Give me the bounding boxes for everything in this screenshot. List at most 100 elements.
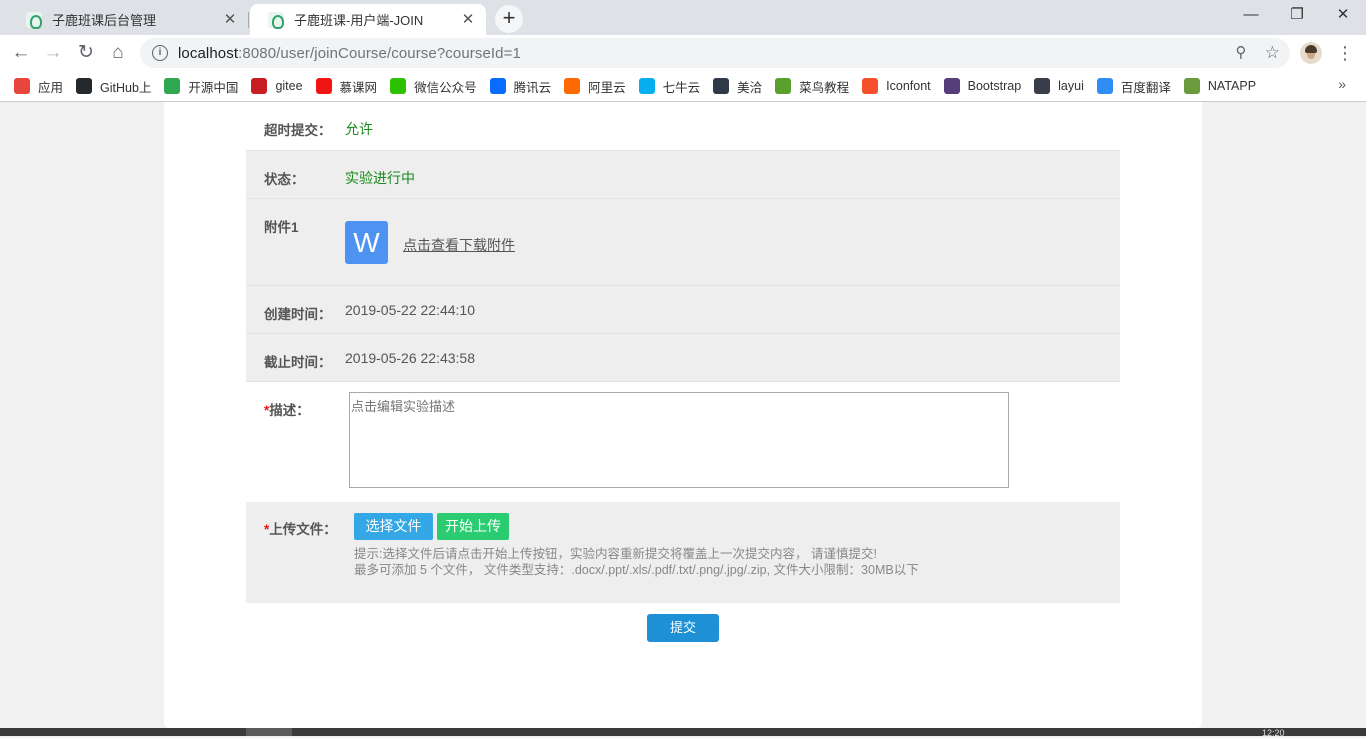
created-time-label: 创建时间： [264, 307, 332, 322]
bookmark-label: 开源中国 [188, 80, 239, 95]
bookmark-label: Bootstrap [967, 79, 1022, 93]
bookmark-item[interactable]: Iconfont [862, 78, 931, 94]
bookmark-item[interactable]: 微信公众号 [390, 77, 477, 96]
bookmark-label: 阿里云 [588, 80, 626, 95]
tab-join[interactable]: 子鹿班课-用户端-JOIN ✕ [250, 4, 486, 35]
bookmark-item[interactable]: 菜鸟教程 [775, 77, 849, 96]
bookmark-label: 菜鸟教程 [799, 80, 850, 95]
attachment-row: 附件1 W 点击查看下载附件 [246, 199, 1120, 286]
bookmarks-bar: 应用 GitHub上 开源中国 gitee 慕课网 微信公众号 腾讯云 阿里云 七牛云 美洽 菜鸟教… [0, 71, 1366, 102]
baidu-translate-icon [1096, 78, 1113, 94]
forward-arrow-icon[interactable]: → [40, 40, 66, 66]
bookmark-label: 应用 [38, 80, 64, 95]
close-tab-icon[interactable]: ✕ [222, 11, 238, 28]
tab-divider [248, 12, 249, 28]
bookmark-label: 美洽 [737, 80, 763, 95]
description-textarea[interactable] [349, 392, 1009, 488]
close-window-icon[interactable]: ✕ [1320, 0, 1366, 30]
bookmark-item[interactable]: 开源中国 [164, 77, 238, 96]
upload-hint-line: 最多可添加 5 个文件， 文件类型支持：.docx/.ppt/.xls/.pdf… [354, 563, 919, 577]
submit-button[interactable]: 提交 [647, 614, 719, 642]
bookmark-item[interactable]: 慕课网 [315, 77, 378, 96]
minimize-window-icon[interactable]: — [1228, 0, 1274, 30]
bookmark-item[interactable]: 阿里云 [564, 77, 626, 96]
os-taskbar: 12:20 [0, 728, 1366, 738]
course-info-table: 超时提交： 允许 状态： 实验进行中 附件1 W 点击查看下载附件 创建时间： … [246, 102, 1120, 603]
bookmark-item[interactable]: gitee [251, 78, 303, 94]
url-text[interactable]: localhost:8080/user/joinCourse/course?co… [178, 45, 521, 62]
created-time-row: 创建时间： 2019-05-22 22:44:10 [246, 286, 1120, 334]
bookmark-label: 七牛云 [662, 80, 701, 95]
home-icon[interactable]: ⌂ [105, 40, 131, 66]
status-label: 状态： [264, 172, 305, 187]
upload-hint-line: 提示:选择文件后请点击开始上传按钮，实验内容重新提交将覆盖上一次提交内容， 请谨… [354, 547, 877, 561]
bookmark-item[interactable]: 应用 [14, 77, 63, 96]
tab-admin[interactable]: 子鹿班课后台管理 ✕ [8, 4, 248, 35]
apps-grid-icon [14, 78, 30, 94]
gitee-icon [251, 78, 268, 94]
bookmark-label: GitHub上 [100, 80, 152, 95]
site-favicon-icon [268, 11, 284, 29]
start-upload-button[interactable]: 开始上传 [437, 513, 509, 540]
overtime-value: 允许 [345, 121, 373, 137]
taskbar-app-item[interactable] [246, 728, 292, 736]
bookmark-label: layui [1058, 79, 1084, 93]
back-arrow-icon[interactable]: ← [8, 40, 34, 66]
tab-title: 子鹿班课-用户端-JOIN [294, 13, 424, 28]
profile-avatar[interactable] [1300, 42, 1322, 64]
site-info-icon[interactable]: i [152, 45, 168, 61]
browser-tab-strip: 子鹿班课后台管理 ✕ 子鹿班课-用户端-JOIN ✕ + — ❐ ✕ [0, 0, 1366, 35]
browser-toolbar: ← → ↻ ⌂ i localhost:8080/user/joinCourse… [0, 35, 1366, 71]
bookmarks-overflow-icon[interactable]: » [1338, 76, 1346, 92]
bookmark-label: 腾讯云 [513, 80, 552, 95]
bookmark-label: gitee [275, 79, 303, 93]
address-bar[interactable]: i localhost:8080/user/joinCourse/course?… [140, 38, 1290, 68]
bookmark-item[interactable]: 百度翻译 [1096, 77, 1171, 96]
meiqia-icon [713, 78, 730, 94]
created-time-value: 2019-05-22 22:44:10 [345, 302, 475, 318]
close-tab-icon[interactable]: ✕ [460, 11, 476, 28]
deadline-label: 截止时间： [264, 355, 332, 370]
status-value: 实验进行中 [345, 170, 415, 186]
bookmark-item[interactable]: GitHub上 [76, 77, 151, 96]
natapp-icon [1183, 78, 1200, 94]
imooc-flame-icon [315, 78, 332, 94]
tencent-cloud-icon [489, 78, 506, 94]
bookmark-item[interactable]: NATAPP [1183, 78, 1257, 94]
zoom-magnifier-icon[interactable]: ⚲ [1232, 44, 1250, 62]
page-viewport: 超时提交： 允许 状态： 实验进行中 附件1 W 点击查看下载附件 创建时间： … [0, 102, 1366, 728]
upload-hint: 提示:选择文件后请点击开始上传按钮，实验内容重新提交将覆盖上一次提交内容， 请谨… [354, 546, 919, 578]
deadline-row: 截止时间： 2019-05-26 22:43:58 [246, 334, 1120, 382]
runoob-icon [775, 78, 792, 94]
reload-icon[interactable]: ↻ [73, 40, 99, 66]
choose-file-button[interactable]: 选择文件 [354, 513, 433, 540]
qiniu-icon [638, 78, 655, 94]
bookmark-item[interactable]: layui [1034, 78, 1084, 94]
bookmark-star-icon[interactable]: ☆ [1265, 43, 1280, 63]
github-icon [76, 78, 93, 94]
bookmark-label: 百度翻译 [1120, 80, 1171, 95]
description-row: *描述： [246, 382, 1120, 502]
attachment-label: 附件1 [264, 220, 299, 235]
new-tab-button[interactable]: + [495, 5, 523, 33]
upload-label: *上传文件： [264, 522, 337, 537]
bookmark-label: 慕课网 [339, 80, 378, 95]
deadline-value: 2019-05-26 22:43:58 [345, 350, 475, 366]
word-document-icon[interactable]: W [345, 221, 388, 264]
bookmark-item[interactable]: Bootstrap [943, 78, 1022, 94]
layui-icon [1034, 78, 1051, 94]
oschina-icon [164, 78, 181, 94]
description-label: *描述： [264, 403, 310, 418]
bookmark-item[interactable]: 七牛云 [638, 77, 701, 96]
browser-menu-icon[interactable]: ⋮ [1336, 42, 1354, 64]
bookmark-label: NATAPP [1207, 79, 1257, 93]
download-attachment-link[interactable]: 点击查看下载附件 [403, 235, 515, 255]
site-favicon-icon [26, 11, 42, 29]
aliyun-icon [564, 78, 581, 94]
iconfont-icon [862, 78, 879, 94]
bookmark-item[interactable]: 美洽 [713, 77, 762, 96]
bookmark-item[interactable]: 腾讯云 [489, 77, 552, 96]
restore-window-icon[interactable]: ❐ [1274, 0, 1320, 30]
bootstrap-icon [943, 78, 960, 94]
overtime-label: 超时提交： [264, 123, 332, 138]
